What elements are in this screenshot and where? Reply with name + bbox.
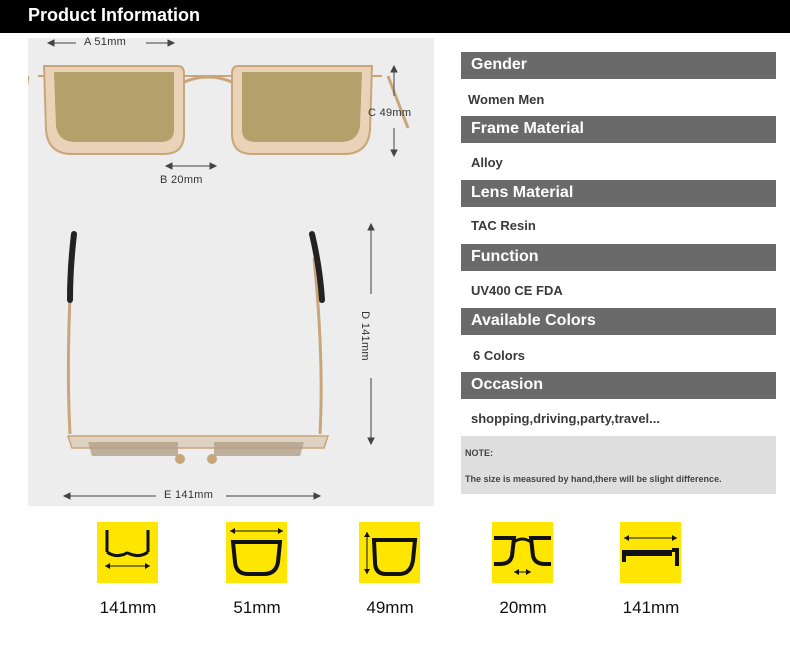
page-title: Product Information: [28, 5, 200, 25]
lens-width-label: 51mm: [233, 598, 281, 617]
temple-length-label: 141mm: [99, 598, 157, 617]
spec-heading-frame-material: Frame Material: [461, 116, 776, 143]
arm-length-label: 141mm: [622, 598, 680, 617]
spec-value-available-colors: 6 Colors: [473, 348, 526, 363]
lens-width-icon: [226, 522, 287, 583]
product-photo: A 51mm B 20mm C 49mm D 141mm E 141mm: [28, 36, 434, 506]
spec-heading-lens-material: Lens Material: [461, 180, 776, 207]
dimension-b-arrow: [164, 162, 218, 170]
spec-heading-function: Function: [461, 244, 776, 271]
glasses-front-view: [28, 65, 410, 155]
bridge-width-icon: [492, 522, 553, 583]
spec-heading-available-colors: Available Colors: [461, 308, 776, 335]
dimension-d-label: D 141mm: [358, 311, 371, 361]
note-box: NOTE: The size is measured by hand,there…: [461, 436, 776, 494]
lens-height-icon: [359, 522, 420, 583]
temple-length-icon: [97, 522, 158, 583]
spec-value-gender: Women Men: [468, 92, 545, 107]
spec-value-function: UV400 CE FDA: [471, 283, 563, 298]
spec-heading-gender: Gender: [461, 52, 776, 79]
note-title: NOTE:: [465, 448, 493, 458]
dimension-e-label: E 141mm: [164, 489, 214, 501]
header-bar: Product Information: [0, 0, 790, 33]
dimension-a-label: A 51mm: [84, 36, 127, 48]
glasses-top-view: [66, 231, 330, 464]
bridge-width-label: 20mm: [499, 598, 547, 617]
dimension-c-label: C 49mm: [368, 107, 412, 119]
spec-value-lens-material: TAC Resin: [471, 218, 536, 233]
note-text: The size is measured by hand,there will …: [465, 474, 722, 484]
dimension-b-label: B 20mm: [160, 174, 203, 186]
lens-height-label: 49mm: [366, 598, 414, 617]
spec-value-occasion: shopping,driving,party,travel...: [471, 411, 661, 426]
spec-value-frame-material: Alloy: [471, 155, 503, 170]
arm-length-icon: [620, 522, 681, 583]
spec-heading-occasion: Occasion: [461, 372, 776, 399]
